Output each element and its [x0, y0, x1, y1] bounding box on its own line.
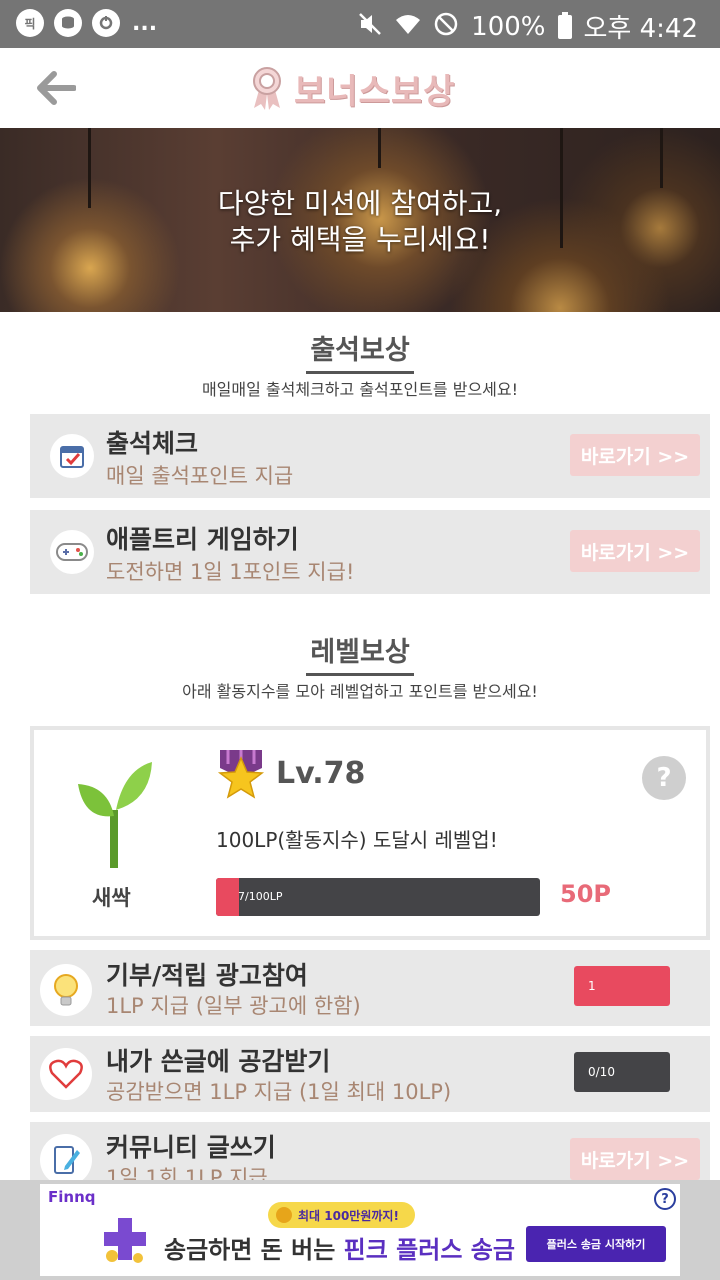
ad-banner-area: Finnq 최대 100만원까지! 송금하면 돈 버는 핀크 플러스 송금 플러…	[0, 1180, 720, 1280]
row-title: 출석체크	[106, 429, 199, 458]
level-progress-bar: 7/100LP	[216, 878, 540, 916]
page-title: 보너스보상	[294, 71, 456, 112]
award-ribbon-icon	[253, 67, 281, 110]
clock: 오후 4:42	[583, 14, 699, 44]
battery-percent: 100%	[471, 11, 546, 42]
heart-icon	[40, 1048, 92, 1100]
ad-headline: 송금하면 돈 버는 핀크 플러스 송금	[164, 1236, 515, 1264]
row-subtitle: 도전하면 1일 1포인트 지급!	[106, 560, 355, 584]
gamepad-icon	[50, 530, 94, 574]
list-item-game[interactable]: 애플트리 게임하기 도전하면 1일 1포인트 지급! 바로가기 >>	[30, 510, 710, 594]
ad-banner[interactable]: Finnq 최대 100만원까지! 송금하면 돈 버는 핀크 플러스 송금 플러…	[40, 1184, 680, 1276]
attendance-section-title: 출석보상	[0, 328, 720, 374]
go-button[interactable]: 바로가기 >>	[570, 1138, 700, 1180]
lightbulb-icon	[40, 964, 92, 1016]
ad-pill: 최대 100만원까지!	[268, 1202, 415, 1228]
wifi-icon	[395, 12, 421, 42]
go-button[interactable]: 바로가기 >>	[570, 434, 700, 476]
level-card: 새싹 Lv.78 ? 100LP(활동지수) 도달시 레벨업! 7/100LP …	[30, 726, 710, 940]
mute-icon	[357, 11, 383, 43]
level-progress-fill	[216, 878, 239, 916]
coin-stack-icon	[54, 9, 82, 37]
empathy-count: 0/10	[574, 1052, 670, 1092]
sync-icon	[92, 9, 120, 37]
level-value: Lv.78	[276, 756, 366, 791]
row-title: 커뮤니티 글쓰기	[106, 1133, 276, 1162]
row-subtitle: 1LP 지급 (일부 광고에 한함)	[106, 994, 361, 1018]
ad-info-icon[interactable]: ?	[654, 1188, 676, 1210]
ad-cta-button[interactable]: 플러스 송금 시작하기	[526, 1226, 666, 1262]
calendar-icon	[50, 434, 94, 478]
level-star-badge-icon	[217, 750, 265, 799]
ad-participation-count: 1	[574, 966, 670, 1006]
app-header: 보너스보상	[0, 48, 720, 128]
banner-line-1: 다양한 미션에 참여하고,	[217, 187, 503, 220]
sprout-icon	[78, 762, 152, 868]
row-title: 기부/적립 광고참여	[106, 961, 308, 990]
go-button[interactable]: 바로가기 >>	[570, 530, 700, 572]
promo-banner: 다양한 미션에 참여하고, 추가 혜택을 누리세요!	[0, 128, 720, 312]
level-progress-text: 7/100LP	[238, 890, 283, 903]
status-bar: 픽 ... 100% 오후 4:42	[0, 0, 720, 48]
level-section-subtitle: 아래 활동지수를 모아 레벨업하고 포인트를 받으세요!	[182, 682, 538, 701]
more-notifications-indicator: ...	[132, 10, 158, 36]
level-section-title: 레벨보상	[0, 630, 720, 676]
list-item-empathy[interactable]: 내가 쓴글에 공감받기 공감받으면 1LP 지급 (1일 최대 10LP) 0/…	[30, 1036, 710, 1112]
row-title: 내가 쓴글에 공감받기	[106, 1047, 331, 1076]
ad-logo: Finnq	[48, 1188, 96, 1206]
row-subtitle: 매일 출석포인트 지급	[106, 464, 294, 488]
banner-line-2: 추가 혜택을 누리세요!	[229, 223, 491, 256]
back-arrow-icon[interactable]	[36, 70, 77, 106]
do-not-disturb-icon	[433, 11, 459, 43]
level-up-description: 100LP(활동지수) 도달시 레벨업!	[216, 828, 498, 852]
attendance-section-subtitle: 매일매일 출석체크하고 출석포인트를 받으세요!	[201, 380, 519, 399]
battery-icon	[557, 11, 572, 39]
level-reward: 50P	[560, 880, 611, 908]
list-item-ad-participation[interactable]: 기부/적립 광고참여 1LP 지급 (일부 광고에 한함) 1	[30, 950, 710, 1026]
help-button[interactable]: ?	[642, 756, 686, 800]
plus-coin-icon	[104, 1218, 146, 1263]
list-item-attendance-check[interactable]: 출석체크 매일 출석포인트 지급 바로가기 >>	[30, 414, 710, 498]
row-subtitle: 공감받으면 1LP 지급 (1일 최대 10LP)	[106, 1080, 452, 1104]
pencil-note-icon	[40, 1134, 92, 1186]
app-notification-icon: 픽	[16, 9, 44, 37]
grade-label: 새싹	[92, 886, 131, 910]
row-title: 애플트리 게임하기	[106, 525, 299, 554]
